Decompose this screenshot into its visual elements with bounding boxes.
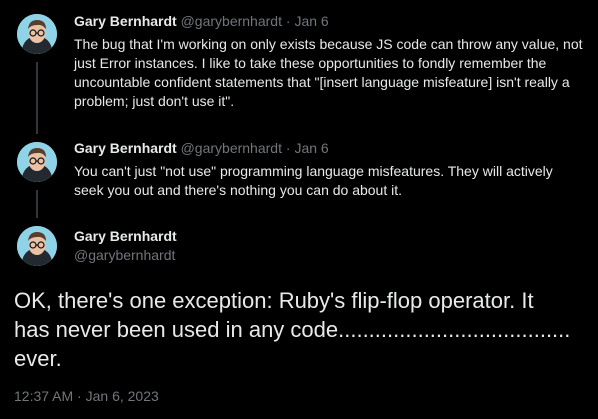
main-tweet-text: OK, there's one exception: Ruby's flip-f… [14,288,571,371]
main-author-handle[interactable]: @garybernhardt [74,246,175,265]
separator: · [77,388,82,404]
tweet-date[interactable]: Jan 6 [294,13,328,29]
tweet-date[interactable]: Jan 6 [294,140,328,156]
tweet-timestamp[interactable]: 12:37 AM · Jan 6, 2023 [14,387,159,406]
author-name[interactable]: Gary Bernhardt [74,140,177,156]
thread-connector-line [36,190,38,218]
tweet-text: The bug that I'm working on only exists … [74,36,583,109]
avatar-icon [17,142,57,182]
avatar-icon [17,14,57,54]
tweet-header: Gary Bernhardt @garybernhardt · Jan 6 [74,12,584,31]
main-author-name[interactable]: Gary Bernhardt [74,227,177,246]
avatar[interactable] [17,142,57,182]
tweet-text: You can't just "not use" programming lan… [74,163,553,198]
avatar[interactable] [17,226,57,266]
separator: · [285,140,291,156]
thread-tweet[interactable]: Gary Bernhardt @garybernhardt · Jan 6 Yo… [74,139,584,200]
author-handle[interactable]: @garybernhardt [181,13,282,29]
tweet-time: 12:37 AM [14,388,74,404]
tweet-header: Gary Bernhardt @garybernhardt · Jan 6 [74,139,584,158]
tweet-date: Jan 6, 2023 [85,388,159,404]
avatar-icon [17,226,57,266]
author-handle[interactable]: @garybernhardt [181,140,282,156]
thread-connector-line [36,62,38,134]
avatar[interactable] [17,14,57,54]
separator: · [285,13,291,29]
author-name[interactable]: Gary Bernhardt [74,13,177,29]
thread-tweet[interactable]: Gary Bernhardt @garybernhardt · Jan 6 Th… [74,12,584,111]
